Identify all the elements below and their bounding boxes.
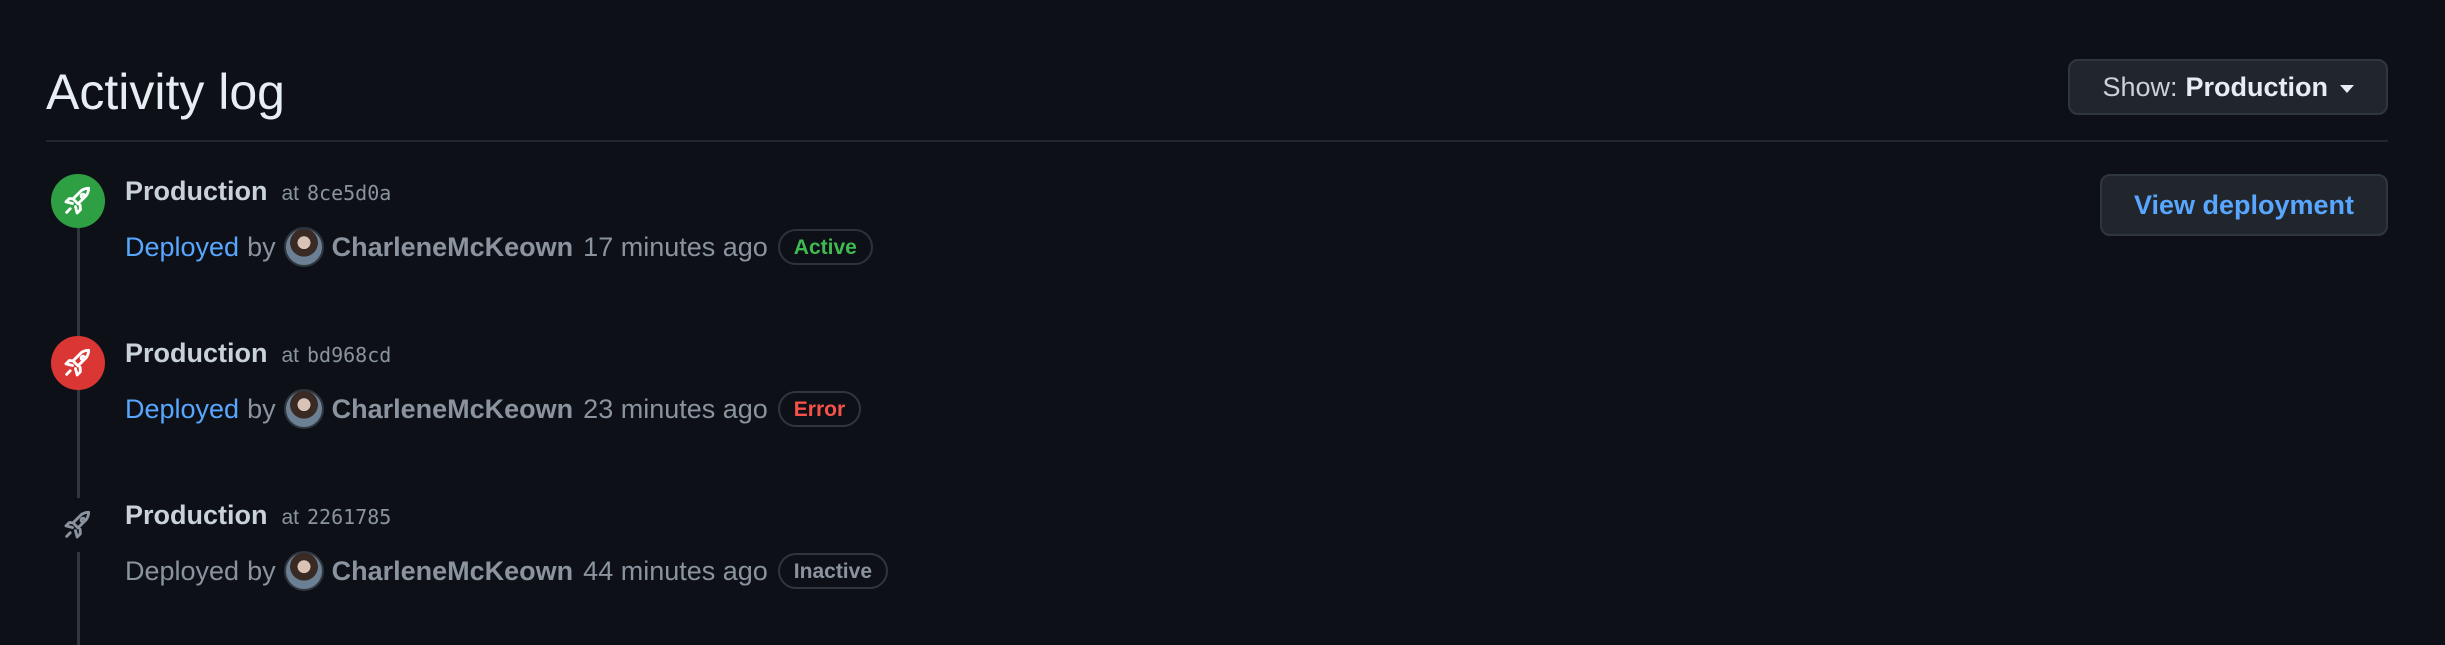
environment-name: Production — [125, 338, 268, 368]
deployment-entry: Production at 2261785 Deployed by Charle… — [0, 498, 2445, 608]
status-badge: Error — [777, 391, 862, 427]
deployed-text: Deployed — [125, 555, 240, 586]
rocket-icon — [51, 174, 105, 228]
status-badge: Active — [777, 229, 873, 265]
entry-detail-row: Deployed by CharleneMcKeown 17 minutes a… — [125, 226, 873, 268]
at-label: at — [281, 182, 300, 205]
by-label: by — [247, 393, 276, 424]
activity-log-page: Activity log Show: Production Production… — [0, 0, 2445, 645]
user-link[interactable]: CharleneMcKeown — [332, 232, 574, 263]
status-badge: Inactive — [777, 553, 889, 589]
commit-ref: at bd968cd — [282, 343, 392, 368]
page-title: Activity log — [46, 64, 285, 120]
timestamp: 23 minutes ago — [583, 393, 768, 424]
entry-title-row: Production at 2261785 — [125, 500, 391, 540]
activity-log-header: Activity log Show: Production — [46, 58, 2388, 142]
user-link[interactable]: CharleneMcKeown — [332, 556, 574, 587]
view-deployment-button[interactable]: View deployment — [2099, 174, 2388, 236]
caret-down-icon — [2340, 84, 2354, 93]
commit-sha[interactable]: 8ce5d0a — [307, 181, 391, 205]
commit-sha[interactable]: bd968cd — [307, 343, 391, 367]
user-link[interactable]: CharleneMcKeown — [332, 394, 574, 425]
avatar[interactable] — [283, 551, 324, 591]
entry-title-row: Production at 8ce5d0a — [125, 176, 391, 216]
deployment-entry: Production at 8ce5d0a Deployed by Charle… — [0, 174, 2445, 284]
show-label: Show: — [2102, 71, 2178, 102]
deployment-entry: Production at bd968cd Deployed by Charle… — [0, 336, 2445, 446]
environment-name: Production — [125, 176, 268, 206]
entry-detail-row: Deployed by CharleneMcKeown 44 minutes a… — [125, 550, 889, 592]
by-label: by — [247, 555, 276, 586]
timestamp: 17 minutes ago — [583, 231, 768, 262]
by-label: by — [247, 231, 276, 262]
entry-title-row: Production at bd968cd — [125, 338, 391, 378]
avatar[interactable] — [283, 389, 324, 429]
entry-detail-row: Deployed by CharleneMcKeown 23 minutes a… — [125, 388, 862, 430]
environment-name: Production — [125, 500, 268, 530]
rocket-icon — [51, 336, 105, 390]
commit-ref: at 2261785 — [282, 505, 392, 530]
deployed-link[interactable]: Deployed — [125, 394, 239, 425]
at-label: at — [281, 344, 300, 367]
rocket-icon — [51, 498, 105, 552]
at-label: at — [281, 506, 300, 529]
avatar[interactable] — [283, 227, 324, 267]
show-environment-dropdown[interactable]: Show: Production — [2068, 59, 2388, 115]
deployed-link[interactable]: Deployed — [125, 232, 239, 263]
commit-ref: at 8ce5d0a — [282, 181, 392, 206]
show-value: Production — [2185, 71, 2329, 102]
commit-sha[interactable]: 2261785 — [307, 505, 391, 529]
timestamp: 44 minutes ago — [583, 555, 768, 586]
